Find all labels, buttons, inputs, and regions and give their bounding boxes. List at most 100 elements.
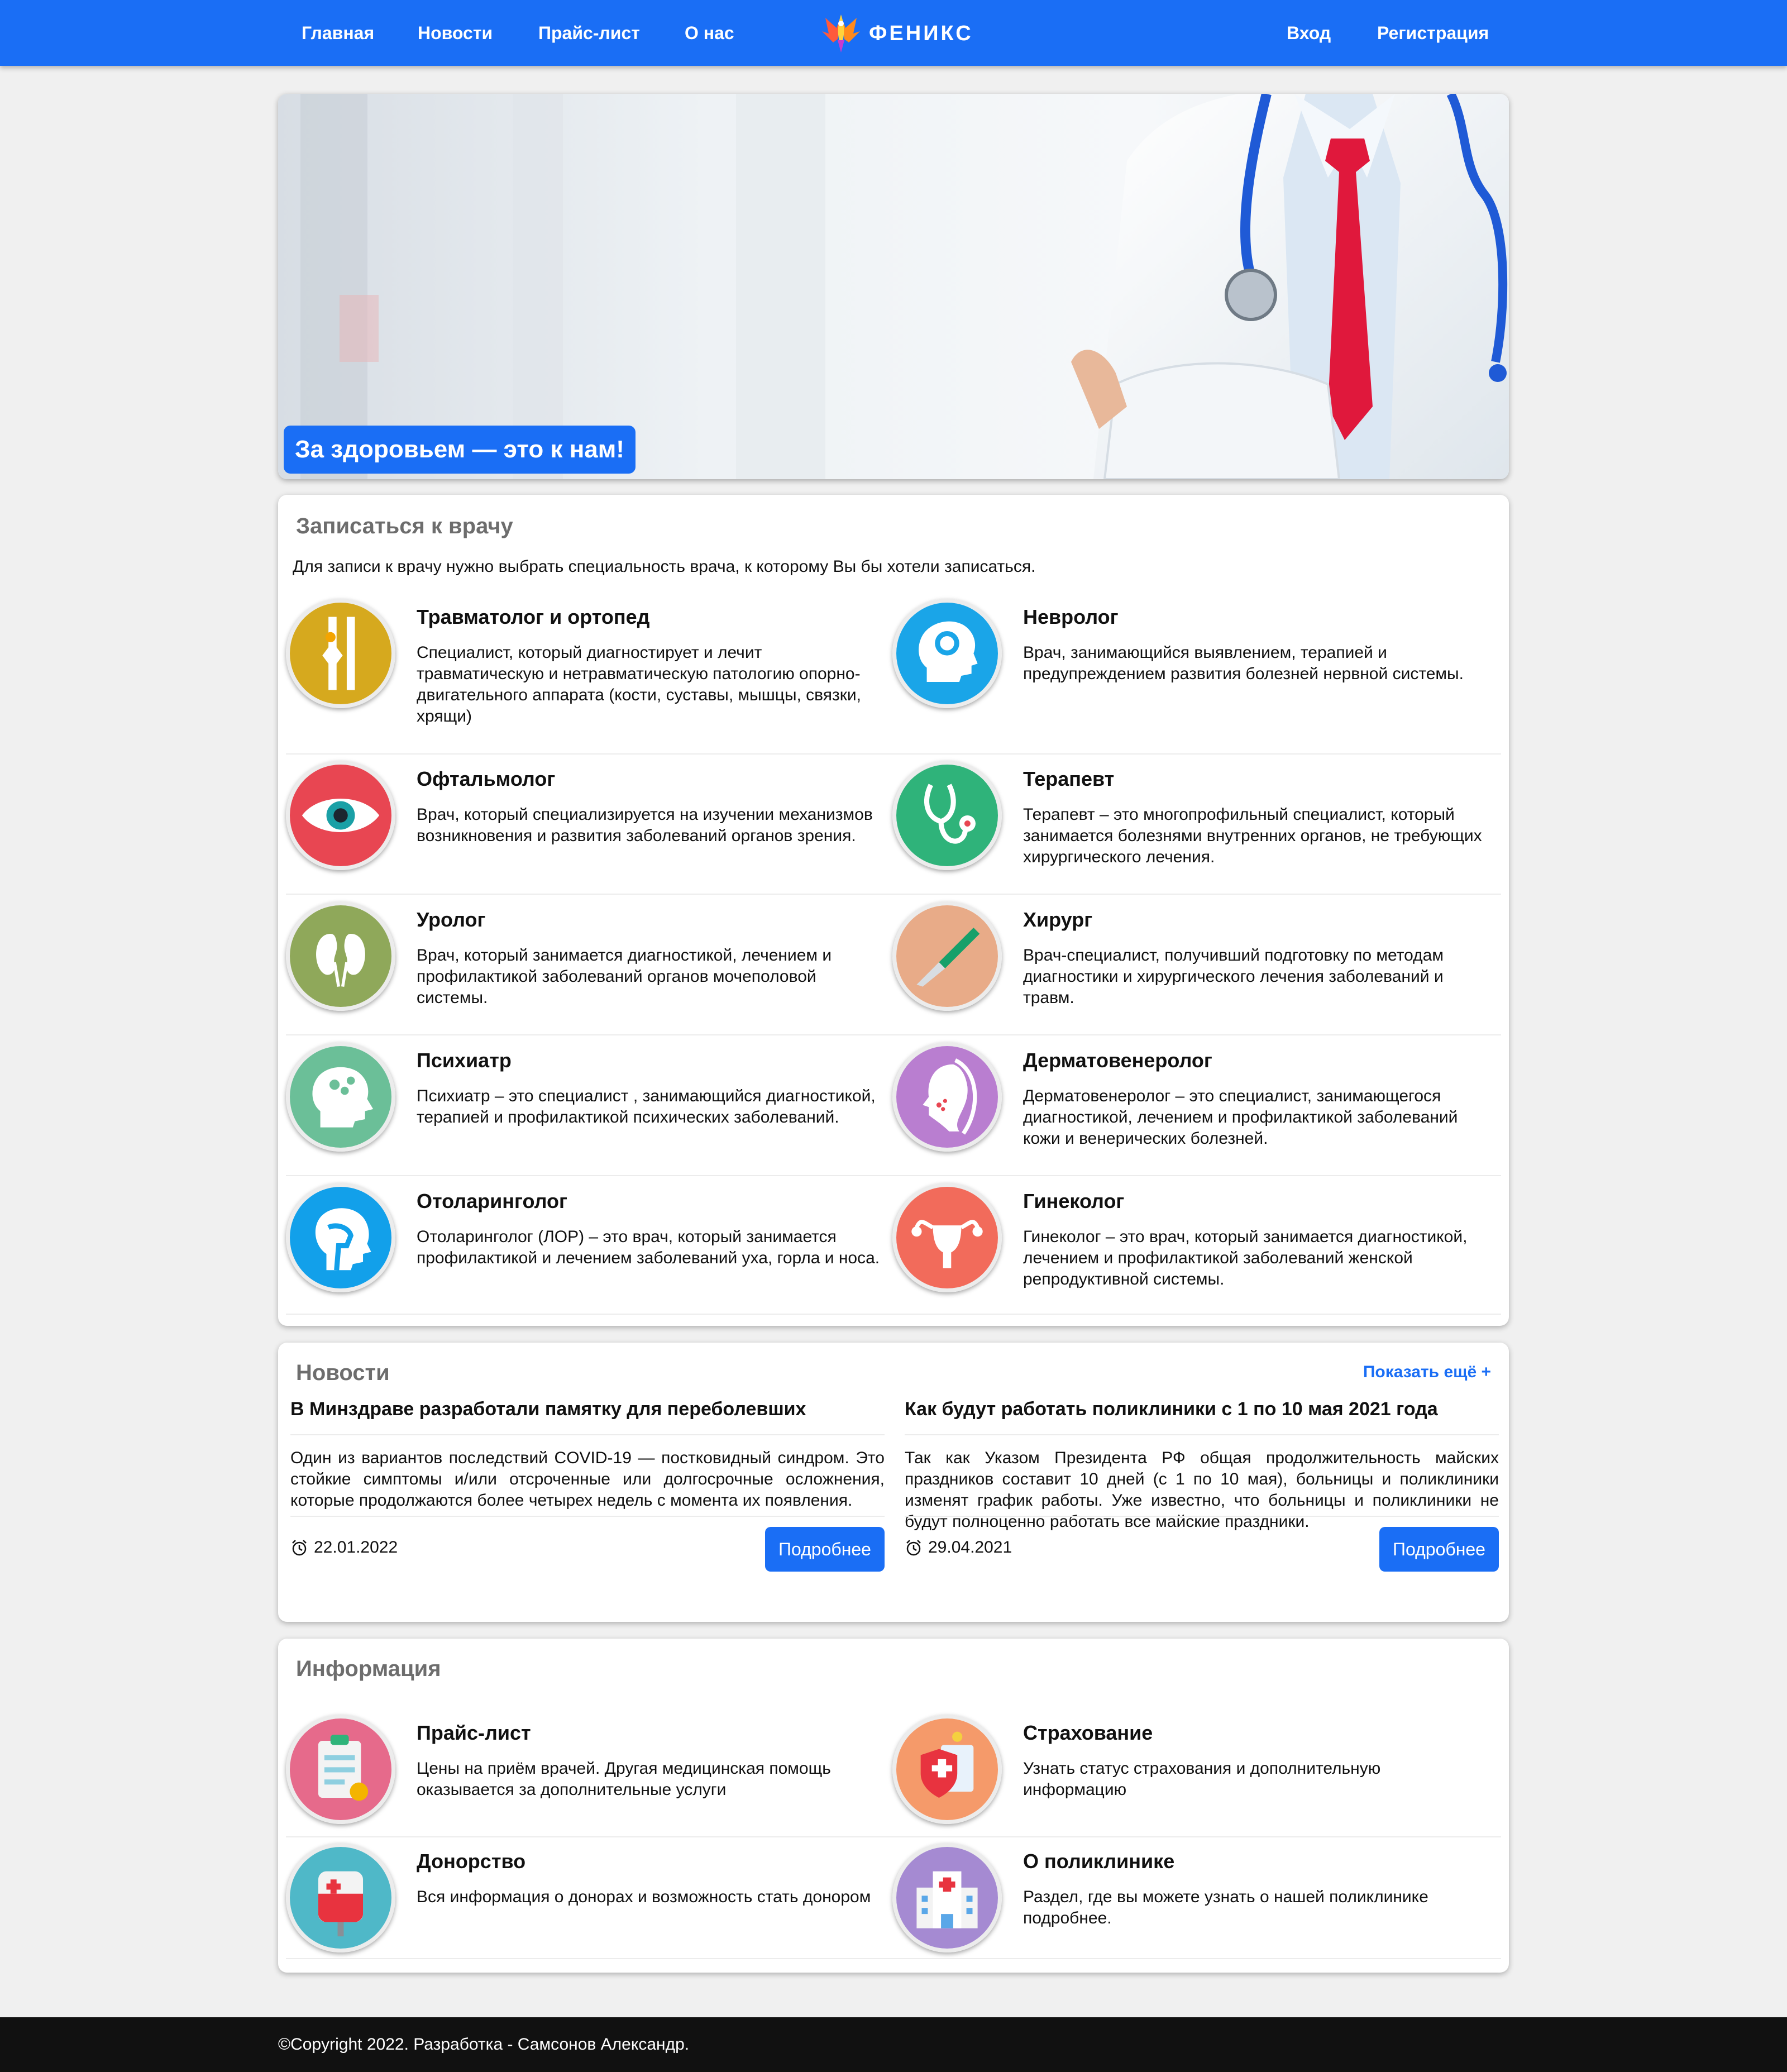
stethoscope-icon xyxy=(892,761,1002,870)
price-list-icon xyxy=(286,1715,395,1824)
information-card: Информация Прайс-лист Цены на приём врач… xyxy=(278,1639,1509,1973)
alarm-clock-icon xyxy=(906,1540,921,1556)
news-date-text: 29.04.2021 xyxy=(928,1538,1012,1557)
insurance-shield-icon xyxy=(892,1715,1002,1824)
specialty-description: Дерматовенеролог – это специалист, заним… xyxy=(1023,1087,1458,1148)
info-description: Узнать статус страхования и дополнительн… xyxy=(1023,1759,1381,1799)
news-footer: 22.01.2022 Подробнее xyxy=(290,1527,885,1572)
row-divider xyxy=(286,894,1501,895)
specialty-therapist[interactable]: Терапевт Терапевт – это многопрофильный … xyxy=(885,761,1490,895)
info-description: Цены на приём врачей. Другая медицинская… xyxy=(417,1759,831,1799)
doctor-hero-image xyxy=(278,94,1509,479)
info-price-list[interactable]: Прайс-лист Цены на приём врачей. Другая … xyxy=(278,1715,883,1837)
specialty-title: Дерматовенеролог xyxy=(1023,1049,1212,1072)
news-card: Новости Показать ещё + В Минздраве разра… xyxy=(278,1343,1509,1622)
specialty-neurologist[interactable]: Невролог Врач, занимающийся выявлением, … xyxy=(885,599,1490,744)
news-section-title: Новости xyxy=(296,1360,390,1385)
hospital-building-icon xyxy=(892,1843,1002,1952)
specialty-description: Гинеколог – это врач, который занимается… xyxy=(1023,1228,1468,1288)
specialty-otolaryngologist[interactable]: Отоларинголог Отоларинголог (ЛОР) – это … xyxy=(278,1183,883,1317)
page-footer: ©Copyright 2022. Разработка - Самсонов А… xyxy=(0,2017,1787,2072)
brand-name: ФЕНИКС xyxy=(869,21,973,45)
show-more-news-link[interactable]: Показать ещё + xyxy=(1363,1363,1491,1382)
info-section-title: Информация xyxy=(296,1656,441,1681)
specialty-surgeon[interactable]: Хирург Врач-специалист, получивший подго… xyxy=(885,901,1490,1035)
row-divider xyxy=(286,1175,1501,1176)
news-date: 22.01.2022 xyxy=(290,1538,398,1557)
top-navbar: Главная Новости Прайс-лист О нас ФЕНИКС … xyxy=(0,0,1787,66)
info-title: О поликлинике xyxy=(1023,1850,1175,1873)
row-divider xyxy=(286,1314,1501,1315)
nav-link-price-list[interactable]: Прайс-лист xyxy=(538,0,640,66)
brand-logo[interactable]: ФЕНИКС xyxy=(821,11,973,56)
specialty-title: Гинеколог xyxy=(1023,1190,1125,1212)
specialty-description: Врач, который специализируется на изучен… xyxy=(417,805,873,845)
row-divider xyxy=(286,1034,1501,1035)
news-divider xyxy=(290,1516,885,1517)
specialty-description: Врач, занимающийся выявлением, терапией … xyxy=(1023,643,1464,683)
news-date: 29.04.2021 xyxy=(905,1538,1012,1557)
info-description: Раздел, где вы можете узнать о нашей пол… xyxy=(1023,1888,1428,1927)
specialty-title: Уролог xyxy=(417,908,486,931)
info-title: Донорство xyxy=(417,1850,526,1873)
hero-banner: За здоровьем — это к нам! xyxy=(278,94,1509,479)
specialty-traumatologist[interactable]: Травматолог и ортопед Специалист, которы… xyxy=(278,599,883,744)
news-divider xyxy=(290,1434,885,1435)
register-link[interactable]: Регистрация xyxy=(1377,0,1489,66)
info-title: Прайс-лист xyxy=(417,1721,531,1744)
specialty-title: Психиатр xyxy=(417,1049,512,1072)
doctors-section-title: Записаться к врачу xyxy=(296,514,513,538)
news-title[interactable]: В Минздраве разработали памятку для пере… xyxy=(290,1398,806,1420)
eye-icon xyxy=(286,761,395,870)
news-text: Один из вариантов последствий COVID-19 —… xyxy=(290,1449,885,1510)
info-description: Вся информация о донорах и возможность с… xyxy=(417,1888,871,1906)
info-donation[interactable]: Донорство Вся информация о донорах и воз… xyxy=(278,1843,883,1966)
specialty-description: Психиатр – это специалист , занимающийся… xyxy=(417,1087,876,1126)
phoenix-logo-icon xyxy=(822,15,860,52)
bone-joint-icon xyxy=(286,599,395,708)
login-link[interactable]: Вход xyxy=(1287,0,1331,66)
specialty-dermatovenerologist[interactable]: Дерматовенеролог Дерматовенеролог – это … xyxy=(885,1042,1490,1176)
news-text: Так как Указом Президента РФ общая продо… xyxy=(905,1449,1499,1531)
news-details-button[interactable]: Подробнее xyxy=(765,1527,885,1572)
news-item: Как будут работать поликлиники с 1 по 10… xyxy=(905,1398,1499,1611)
specialty-gynecologist[interactable]: Гинеколог Гинеколог – это врач, который … xyxy=(885,1183,1490,1317)
specialty-description: Терапевт – это многопрофильный специалис… xyxy=(1023,805,1482,866)
blood-bag-icon xyxy=(286,1843,395,1952)
ent-head-icon xyxy=(286,1183,395,1292)
info-about-clinic[interactable]: О поликлинике Раздел, где вы можете узна… xyxy=(885,1843,1490,1966)
news-footer: 29.04.2021 Подробнее xyxy=(905,1527,1499,1572)
info-insurance[interactable]: Страхование Узнать статус страхования и … xyxy=(885,1715,1490,1837)
news-divider xyxy=(905,1516,1499,1517)
news-divider xyxy=(905,1434,1499,1435)
specialty-title: Офтальмолог xyxy=(417,767,556,790)
specialty-title: Хирург xyxy=(1023,908,1093,931)
specialty-description: Врач-специалист, получивший подготовку п… xyxy=(1023,946,1444,1007)
specialty-title: Травматолог и ортопед xyxy=(417,605,650,628)
uterus-icon xyxy=(892,1183,1002,1292)
copyright-text: ©Copyright 2022. Разработка - Самсонов А… xyxy=(278,2035,690,2054)
row-divider xyxy=(286,1836,1501,1837)
nav-link-news[interactable]: Новости xyxy=(418,0,493,66)
doctor-appointment-card: Записаться к врачу Для записи к врачу ну… xyxy=(278,495,1509,1326)
nav-link-home[interactable]: Главная xyxy=(302,0,374,66)
specialty-title: Отоларинголог xyxy=(417,1190,567,1212)
news-details-button[interactable]: Подробнее xyxy=(1379,1527,1499,1572)
scalpel-icon xyxy=(892,901,1002,1011)
info-title: Страхование xyxy=(1023,1721,1153,1744)
specialty-psychiatrist[interactable]: Психиатр Психиатр – это специалист , зан… xyxy=(278,1042,883,1176)
specialty-description: Отоларинголог (ЛОР) – это врач, который … xyxy=(417,1228,880,1267)
specialty-description: Специалист, который диагностирует и лечи… xyxy=(417,643,861,725)
news-title[interactable]: Как будут работать поликлиники с 1 по 10… xyxy=(905,1398,1438,1420)
face-skin-icon xyxy=(892,1042,1002,1152)
row-divider xyxy=(286,753,1501,755)
specialty-ophthalmologist[interactable]: Офтальмолог Врач, который специализирует… xyxy=(278,761,883,895)
kidneys-icon xyxy=(286,901,395,1011)
mind-head-icon xyxy=(286,1042,395,1152)
doctors-intro-text: Для записи к врачу нужно выбрать специал… xyxy=(293,557,1036,576)
brain-head-icon xyxy=(892,599,1002,708)
specialty-urologist[interactable]: Уролог Врач, который занимается диагност… xyxy=(278,901,883,1035)
nav-link-about[interactable]: О нас xyxy=(685,0,734,66)
specialty-title: Терапевт xyxy=(1023,767,1115,790)
alarm-clock-icon xyxy=(292,1540,307,1556)
